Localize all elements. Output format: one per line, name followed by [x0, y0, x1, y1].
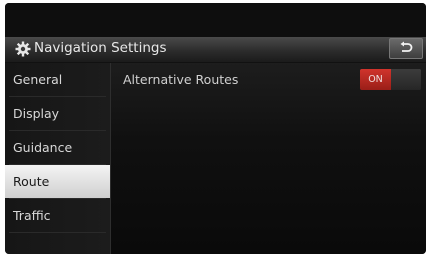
sidebar-item-traffic[interactable]: Traffic: [5, 199, 110, 232]
sidebar-item-label: Guidance: [13, 140, 73, 155]
sidebar-item-guidance[interactable]: Guidance: [5, 131, 110, 164]
gear-icon: [15, 41, 31, 57]
sidebar-item-label: Route: [13, 174, 50, 189]
alternative-routes-toggle[interactable]: ON: [360, 69, 421, 90]
toggle-knob: [391, 69, 421, 90]
sidebar-item-label: General: [13, 72, 63, 87]
back-arrow-icon: [400, 41, 413, 52]
settings-sidebar: General Display Guidance Route Traffic: [5, 63, 111, 254]
settings-content: Alternative Routes ON: [111, 63, 426, 254]
top-bar: [5, 3, 426, 37]
title-bar: Navigation Settings: [5, 37, 426, 63]
back-button[interactable]: [389, 38, 423, 59]
sidebar-item-label: Traffic: [13, 208, 51, 223]
toggle-state: ON: [360, 69, 391, 90]
alternative-routes-label: Alternative Routes: [123, 72, 239, 87]
sidebar-item-label: Display: [13, 106, 60, 121]
sidebar-item-general[interactable]: General: [5, 63, 110, 96]
sidebar-item-route[interactable]: Route: [5, 165, 110, 198]
divider: [9, 232, 106, 233]
screen: Navigation Settings General Display Guid…: [5, 3, 426, 254]
sidebar-item-display[interactable]: Display: [5, 97, 110, 130]
page-title: Navigation Settings: [34, 40, 167, 56]
